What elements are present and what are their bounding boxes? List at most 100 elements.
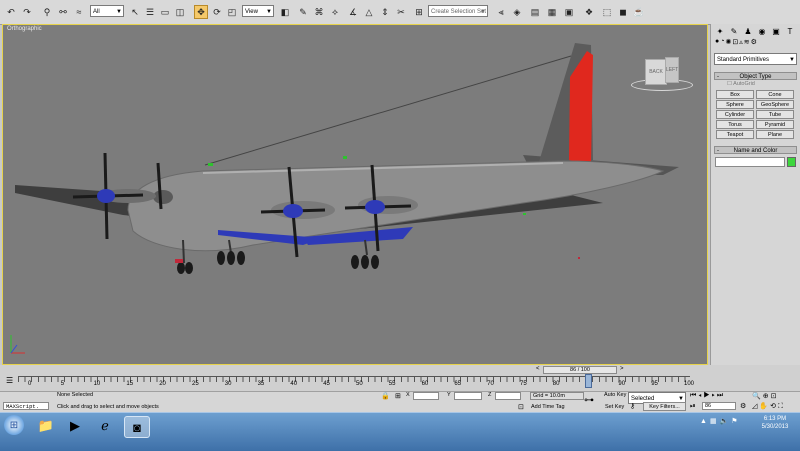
selection-filter-dropdown[interactable]: All ▼ [90, 5, 124, 17]
geometry-icon[interactable]: ● [715, 38, 719, 50]
pan-icon[interactable]: ✋ [759, 403, 770, 410]
named-selection-icon[interactable]: ⊞ [412, 5, 426, 19]
time-slider-next-icon[interactable]: > [620, 366, 624, 372]
edit-named-selection-icon[interactable]: ✂ [394, 5, 408, 19]
cameras-icon[interactable]: ⊡ [732, 38, 738, 50]
key-mode-toggle-icon[interactable]: ⏯ [690, 403, 696, 411]
object-name-field[interactable] [715, 157, 785, 167]
zoom-extents-icon[interactable]: ⊡ [771, 393, 779, 400]
systems-icon[interactable]: ⚙ [751, 38, 757, 50]
internet-explorer-icon[interactable]: ℯ [93, 416, 117, 436]
z-coord-field[interactable] [495, 392, 521, 400]
time-slider-prev-icon[interactable]: < [536, 366, 540, 372]
create-tab-icon[interactable]: ✦ [715, 26, 725, 36]
time-slider[interactable]: 86 / 100 [543, 366, 617, 374]
space-warps-icon[interactable]: ≋ [744, 38, 750, 50]
cone-button[interactable]: Cone [756, 90, 794, 99]
box-button[interactable]: Box [716, 90, 754, 99]
object-color-swatch[interactable] [787, 157, 796, 167]
primitive-category-dropdown[interactable]: Standard Primitives ▼ [714, 53, 797, 65]
select-manipulate-icon[interactable]: ✎ [296, 5, 310, 19]
percent-snap-icon[interactable]: △ [362, 5, 376, 19]
cylinder-button[interactable]: Cylinder [716, 110, 754, 119]
name-and-color-rollout[interactable]: - Name and Color [714, 146, 797, 154]
tube-button[interactable]: Tube [756, 110, 794, 119]
add-time-tag[interactable]: Add Time Tag [531, 404, 565, 410]
pyramid-button[interactable]: Pyramid [756, 120, 794, 129]
x-coord-field[interactable] [413, 392, 439, 400]
render-production-icon[interactable]: ☕ [632, 5, 646, 19]
sphere-button[interactable]: Sphere [716, 100, 754, 109]
teapot-button[interactable]: Teapot [716, 130, 754, 139]
file-explorer-icon[interactable]: 📁 [34, 416, 58, 436]
current-frame-field[interactable]: 86 [702, 402, 736, 410]
object-type-rollout[interactable]: - Object Type [714, 72, 797, 80]
zoom-all-icon[interactable]: ⊕ [763, 393, 771, 400]
graphite-ribbon-icon[interactable]: ▦ [545, 5, 559, 19]
lock-selection-icon[interactable]: 🔒 [381, 392, 390, 400]
go-to-end-icon[interactable]: ⏭ [717, 392, 725, 399]
network-icon[interactable]: ▦ [710, 418, 720, 425]
window-crossing-icon[interactable]: ◫ [173, 5, 187, 19]
start-button-icon[interactable]: ⊞ [4, 415, 24, 435]
display-tab-icon[interactable]: ▣ [771, 26, 781, 36]
select-by-name-icon[interactable]: ☰ [143, 5, 157, 19]
torus-button[interactable]: Torus [716, 120, 754, 129]
utilities-tab-icon[interactable]: T [785, 26, 795, 36]
y-coord-field[interactable] [454, 392, 482, 400]
angle-snap-icon[interactable]: ∡ [346, 5, 360, 19]
geosphere-button[interactable]: GeoSphere [756, 100, 794, 109]
bind-space-warp-icon[interactable]: ≈ [72, 5, 86, 19]
current-frame-marker[interactable] [585, 374, 592, 388]
key-filters-button[interactable]: Key Filters... [643, 402, 686, 411]
flag-icon[interactable]: ⚑ [731, 418, 740, 425]
select-and-rotate-icon[interactable]: ⟳ [210, 5, 224, 19]
select-and-move-icon[interactable]: ✥ [194, 5, 208, 19]
3ds-max-taskbar-icon[interactable]: ◙ [124, 416, 150, 438]
align-icon[interactable]: ◈ [510, 5, 524, 19]
hierarchy-tab-icon[interactable]: ♟ [743, 26, 753, 36]
undo-icon[interactable]: ↶ [4, 5, 18, 19]
maxscript-listener[interactable]: MAXScript. [3, 402, 49, 410]
time-tag-icon[interactable]: ⊡ [518, 403, 524, 411]
redo-icon[interactable]: ↷ [20, 5, 34, 19]
aircraft-model[interactable] [3, 25, 707, 364]
selection-region-icon[interactable]: ▭ [158, 5, 172, 19]
spinner-snap-icon[interactable]: ⇕ [378, 5, 392, 19]
layer-manager-icon[interactable]: ▤ [528, 5, 542, 19]
keyboard-shortcut-override-icon[interactable]: ⌘ [312, 5, 326, 19]
link-icon[interactable]: ⚲ [40, 5, 54, 19]
lights-icon[interactable]: ✺ [725, 38, 731, 50]
play-icon[interactable]: ▶ [703, 392, 711, 399]
autogrid-checkbox[interactable]: ☐ AutoGrid [727, 81, 755, 87]
tray-arrow-icon[interactable]: ▲ [700, 418, 710, 425]
auto-key-button[interactable]: Auto Key [604, 392, 626, 398]
modify-tab-icon[interactable]: ✎ [729, 26, 739, 36]
motion-tab-icon[interactable]: ◉ [757, 26, 767, 36]
maximize-viewport-icon[interactable]: ⛶ [778, 403, 785, 410]
mini-curve-editor-icon[interactable]: ☰ [6, 376, 13, 385]
media-player-icon[interactable]: ▶ [63, 416, 87, 436]
orbit-icon[interactable]: ⟲ [770, 403, 778, 410]
time-configuration-icon[interactable]: ⚙ [740, 402, 746, 410]
unlink-icon[interactable]: ⚯ [56, 5, 70, 19]
pivot-center-icon[interactable]: ◧ [278, 5, 292, 19]
zoom-icon[interactable]: 🔍 [752, 393, 763, 400]
perspective-viewport[interactable]: Orthographic BACK LEFT [2, 24, 708, 365]
plane-button[interactable]: Plane [756, 130, 794, 139]
set-key-icon[interactable]: ⊶ [584, 395, 594, 406]
snaps-toggle-icon[interactable]: ⟡ [328, 5, 342, 19]
material-editor-icon[interactable]: ❖ [582, 5, 596, 19]
helpers-icon[interactable]: ▵ [739, 38, 743, 50]
reference-coordinate-dropdown[interactable]: View ▼ [242, 5, 274, 17]
select-object-icon[interactable]: ↖ [128, 5, 142, 19]
clock[interactable]: 6:13 PM 5/30/2013 [752, 415, 798, 431]
key-filter-icon[interactable]: ⚷ [630, 402, 635, 410]
set-key-button[interactable]: Set Key [605, 404, 624, 410]
render-setup-icon[interactable]: ⬚ [600, 5, 614, 19]
curve-editor-icon[interactable]: ▣ [562, 5, 576, 19]
mirror-icon[interactable]: ⫷ [494, 5, 508, 19]
absolute-mode-icon[interactable]: ⊞ [395, 392, 401, 400]
select-and-scale-icon[interactable]: ◰ [225, 5, 239, 19]
rendered-frame-window-icon[interactable]: ◼ [616, 5, 630, 19]
